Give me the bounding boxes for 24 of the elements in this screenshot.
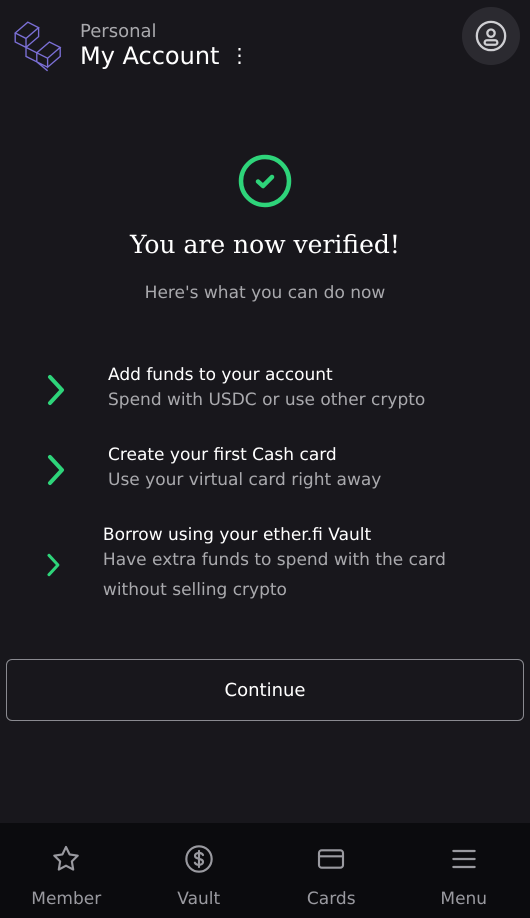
account-type: Personal (80, 20, 158, 42)
step-title: Borrow using your ether.fi Vault (102, 525, 372, 545)
dollar-icon (182, 843, 215, 875)
chevron-right-icon (46, 374, 66, 406)
step-description: Use your virtual card right away (108, 469, 382, 492)
nav-tab[interactable]: Member (6, 843, 126, 918)
headline: You are now verified! (130, 230, 400, 259)
step-item[interactable]: Add funds to your account Spend with USDC or use other crypto (46, 365, 500, 415)
step-description: Spend with USDC or use other crypto (108, 389, 426, 412)
nav-tab[interactable]: Vault (138, 843, 259, 918)
check-circle-icon (238, 154, 292, 208)
step-title: Add funds to your account (108, 365, 334, 385)
step-item[interactable]: Borrow using your ether.fi Vault Have extra funds to spend with the card without selling crypto (46, 525, 500, 605)
step-description: Have extra funds to spend with the card without selling crypto (102, 549, 447, 602)
user-icon (474, 19, 508, 53)
intro-text: Here's what you can do now (144, 283, 386, 303)
step-title: Create your first Cash card (108, 445, 338, 465)
continue-button[interactable]: Continue (6, 659, 524, 721)
account-name: My Account (80, 42, 220, 70)
step-item[interactable]: Create your first Cash card Use your virtual card right away (46, 445, 500, 495)
nav-tab[interactable]: Menu (404, 843, 524, 918)
chevron-right-icon (46, 454, 66, 486)
more-button[interactable]: ⋮ (229, 43, 250, 68)
nav-tab[interactable]: Cards (271, 843, 392, 918)
